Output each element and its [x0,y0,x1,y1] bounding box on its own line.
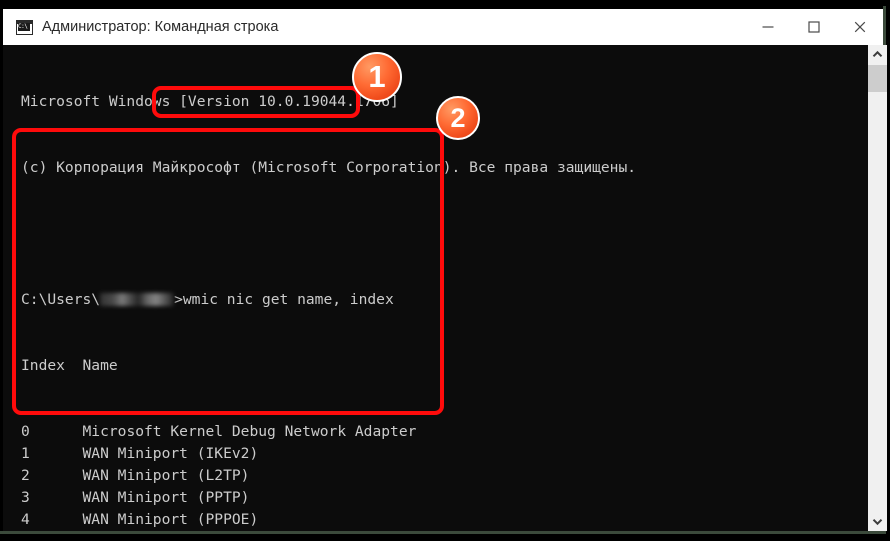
nic-table-row: 2 WAN Miniport (L2TP) [21,465,636,487]
nic-name: WAN Miniport (L2TP) [82,467,250,484]
nic-table-row: 1 WAN Miniport (IKEv2) [21,443,636,465]
console-prompt-line: C:\Users\ >wmic nic get name, index [21,289,636,311]
nic-table-row: 3 WAN Miniport (PPTP) [21,487,636,509]
typed-command: wmic nic get name, index [182,291,394,308]
table-header-row: Index Name [21,357,118,374]
nic-index: 3 [21,489,83,506]
screenshot-root: Администратор: Командная строка [0,0,890,541]
nic-index: 0 [21,423,83,440]
nic-name: WAN Miniport (PPPOE) [82,511,259,528]
prompt-path: C:\Users\ [21,291,101,308]
minimize-button[interactable] [745,9,791,45]
scroll-up-button[interactable] [868,45,887,64]
minimize-icon [762,26,774,28]
close-icon [854,21,866,33]
console-line-version: Microsoft Windows [Version 10.0.19044.17… [21,93,399,110]
nic-table-body: 0 Microsoft Kernel Debug Network Adapter… [21,421,636,531]
chevron-up-icon [872,50,883,58]
annotation-badge-2: 2 [436,96,480,140]
scrollbar-thumb[interactable] [868,65,887,92]
console-text: Microsoft Windows [Version 10.0.19044.17… [21,47,636,531]
prompt-caret: > [174,291,183,308]
nic-name: WAN Miniport (IKEv2) [82,445,259,462]
nic-name: Microsoft Kernel Debug Network Adapter [82,423,417,440]
maximize-button[interactable] [791,9,837,45]
nic-index: 1 [21,445,83,462]
nic-table-row: 4 WAN Miniport (PPPOE) [21,509,636,531]
window-controls [745,9,883,45]
chevron-down-icon [872,518,883,526]
close-button[interactable] [837,9,883,45]
cmd-console-icon [16,19,33,35]
console-scrollbar[interactable] [868,45,887,531]
maximize-icon [808,21,820,33]
redacted-username [100,293,175,306]
nic-index: 4 [21,511,83,528]
console-line-copyright: (c) Корпорация Майкрософт (Microsoft Cor… [21,159,637,176]
nic-name: WAN Miniport (PPTP) [82,489,250,506]
window-title: Администратор: Командная строка [42,19,279,35]
annotation-badge-1: 1 [352,52,402,102]
window-titlebar[interactable]: Администратор: Командная строка [3,9,883,45]
scroll-down-button[interactable] [868,512,887,531]
nic-index: 2 [21,467,83,484]
nic-table-row: 0 Microsoft Kernel Debug Network Adapter [21,421,636,443]
